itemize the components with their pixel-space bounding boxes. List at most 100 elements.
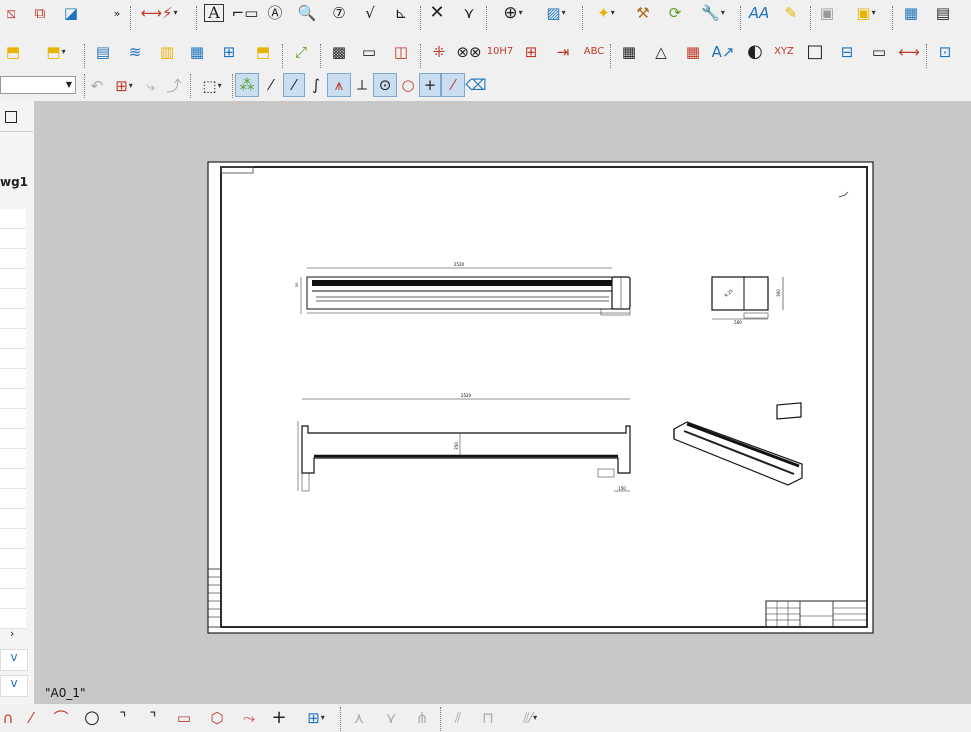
- tree-row[interactable]: [0, 429, 26, 449]
- corner-icon[interactable]: ⌝: [112, 705, 134, 731]
- construction-icon[interactable]: ⊞ ▾: [296, 705, 336, 731]
- trim-icon[interactable]: ⤷: [142, 73, 160, 99]
- hexagon-icon[interactable]: ⬡: [204, 705, 230, 731]
- perpendicular-snap-icon[interactable]: ⟂: [352, 74, 372, 96]
- binoculars-icon[interactable]: ⊗⊗: [456, 39, 482, 65]
- table-x-icon[interactable]: ▦: [616, 39, 642, 65]
- thread-icon[interactable]: ⋎: [456, 0, 482, 26]
- tree-row[interactable]: [0, 329, 26, 349]
- cross-icon[interactable]: ✕: [424, 0, 450, 26]
- box-icon[interactable]: ▣: [814, 0, 840, 26]
- yellow-box-icon[interactable]: ▣ ▾: [846, 0, 886, 26]
- point-snap-icon[interactable]: +: [419, 73, 441, 97]
- center-snap-icon[interactable]: ⊙: [373, 73, 397, 97]
- circle-icon[interactable]: ○: [80, 705, 104, 731]
- profile-icon[interactable]: ⤳: [236, 705, 262, 731]
- table-edit-icon[interactable]: ▦: [898, 0, 924, 26]
- tree-row[interactable]: [0, 249, 26, 269]
- binoculars-grid-icon[interactable]: ⊞: [518, 39, 544, 65]
- maximize-icon[interactable]: [5, 111, 17, 123]
- circle-snap-icon[interactable]: ○: [398, 74, 418, 96]
- sheet-stack-icon[interactable]: ▥: [154, 39, 180, 65]
- drawing-workspace[interactable]: 2520 50 500 300 R.25 2520 350 150: [34, 101, 971, 704]
- grid-sheet-icon[interactable]: ▦: [184, 39, 210, 65]
- catalog-icon[interactable]: ⊡: [932, 39, 958, 65]
- tree-row[interactable]: [0, 409, 26, 429]
- sheet-icon[interactable]: ▤: [90, 39, 116, 65]
- line-snap-icon[interactable]: ⁄: [260, 74, 282, 96]
- toolbar-overflow-icon[interactable]: »: [110, 0, 124, 26]
- undo-icon[interactable]: ↶: [88, 73, 106, 99]
- part-icon[interactable]: ⬒: [0, 39, 26, 65]
- zoom-icon[interactable]: 🔍: [294, 0, 320, 26]
- trim-curve-icon[interactable]: ⋏: [346, 705, 372, 731]
- tree-row[interactable]: [0, 369, 26, 389]
- tree-row[interactable]: [0, 509, 26, 529]
- chamfer-icon[interactable]: ⌝: [142, 705, 164, 731]
- part-abc-icon[interactable]: ⬒: [250, 39, 276, 65]
- xi-icon[interactable]: ⇥: [550, 39, 576, 65]
- hierarchy-icon[interactable]: ⊞: [216, 39, 242, 65]
- curve-snap-icon[interactable]: ∫: [306, 74, 326, 96]
- tree-row[interactable]: [0, 609, 26, 629]
- select-box-icon[interactable]: ⬚ ▾: [194, 73, 230, 99]
- grid-table-icon[interactable]: ▦: [680, 39, 706, 65]
- tree-row[interactable]: [0, 209, 26, 229]
- tree-row[interactable]: [0, 529, 26, 549]
- generate-view-icon[interactable]: ✦ ▾: [588, 0, 624, 26]
- frame-icon[interactable]: ▭: [356, 39, 382, 65]
- tree-row[interactable]: [0, 229, 26, 249]
- break-curve-icon[interactable]: ⋎: [378, 705, 404, 731]
- tree-row[interactable]: [0, 289, 26, 309]
- roughness-icon[interactable]: √: [358, 0, 382, 26]
- update-view-icon[interactable]: ⟳: [662, 0, 688, 26]
- extend-icon[interactable]: ⤴: [164, 73, 184, 99]
- spline-icon[interactable]: ⌒: [48, 705, 74, 731]
- text-icon[interactable]: A: [202, 0, 226, 26]
- tolerance-icon[interactable]: 10H7: [486, 39, 514, 65]
- table-link-icon[interactable]: ⊟: [834, 39, 860, 65]
- tree-row[interactable]: [0, 589, 26, 609]
- datum-feature-icon[interactable]: ⑦: [326, 0, 352, 26]
- arc-frame-icon[interactable]: ◫: [388, 39, 414, 65]
- leader-text-icon[interactable]: ⌐▭: [232, 0, 259, 26]
- table-icon[interactable]: ▤: [930, 0, 956, 26]
- drawing-canvas[interactable]: 2520 50 500 300 R.25 2520 350 150: [34, 101, 971, 704]
- tree-row[interactable]: [0, 489, 26, 509]
- triangle-icon[interactable]: △: [648, 39, 674, 65]
- section-view-icon[interactable]: ⧅: [0, 0, 22, 26]
- clipping-view-icon[interactable]: ◪: [58, 0, 84, 26]
- line-icon[interactable]: ⁄: [20, 705, 42, 731]
- dotted-grid-icon[interactable]: ⁜: [426, 39, 452, 65]
- grid-snap-icon[interactable]: ⁂: [235, 73, 259, 97]
- blank-frame-icon[interactable]: □: [802, 39, 828, 65]
- tree-root-label[interactable]: wg1: [0, 175, 28, 189]
- hammer-icon[interactable]: ⚒: [630, 0, 656, 26]
- brush-icon[interactable]: ✎: [778, 0, 804, 26]
- parallel-icon[interactable]: ⫽: [446, 705, 470, 731]
- transform-icon[interactable]: ⫽⁄ ▾: [506, 705, 554, 731]
- eraser-icon[interactable]: ⌫: [465, 74, 486, 96]
- angle-snap-icon[interactable]: ⁄: [283, 73, 305, 97]
- hatch-frame-icon[interactable]: ▩: [326, 39, 352, 65]
- text-style-icon[interactable]: AA: [746, 0, 772, 26]
- wrench-icon[interactable]: 🔧 ▾: [694, 0, 732, 26]
- rectangle-icon[interactable]: ▭: [172, 705, 196, 731]
- tree-row[interactable]: [0, 349, 26, 369]
- arc-icon[interactable]: ∩: [0, 705, 16, 731]
- area-fill-icon[interactable]: ▨ ▾: [536, 0, 576, 26]
- tree-row[interactable]: [0, 389, 26, 409]
- mirror-icon[interactable]: ⊓: [476, 705, 500, 731]
- scroll-right-icon[interactable]: ›: [10, 627, 14, 640]
- tree-row[interactable]: [0, 269, 26, 289]
- abc-part-icon[interactable]: ⬒ ▾: [36, 39, 76, 65]
- intersection-snap-icon[interactable]: ⩚: [327, 73, 351, 97]
- chevron-down-icon[interactable]: v: [0, 675, 28, 697]
- dimension-ruler-icon[interactable]: ⟷: [896, 39, 922, 65]
- center-line-icon[interactable]: ⊕ ▾: [492, 0, 534, 26]
- axis-system-icon[interactable]: ⤢: [288, 39, 314, 65]
- text-frame-icon[interactable]: ▭: [866, 39, 892, 65]
- abc-dimension-icon[interactable]: ABC: [580, 39, 608, 65]
- sheet-tab-label[interactable]: "A0_1": [45, 686, 86, 700]
- tree-row[interactable]: [0, 549, 26, 569]
